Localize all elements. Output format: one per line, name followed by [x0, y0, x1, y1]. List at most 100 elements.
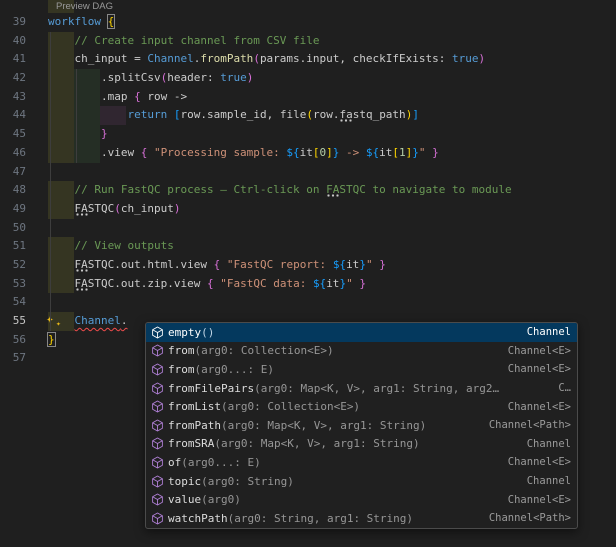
token: to navigate to module [366, 183, 512, 196]
token [147, 146, 154, 159]
token: // Run FastQC process – Ctrl-click on [75, 183, 327, 196]
token: } [359, 258, 366, 271]
suggestion-item-of[interactable]: of(arg0...: E)Channel<E> [146, 453, 577, 472]
line-number[interactable]: 40 [0, 32, 26, 51]
code-line-47[interactable]: 47 [0, 163, 616, 182]
line-number[interactable]: 41 [0, 50, 26, 69]
token: it [346, 258, 359, 271]
line-number[interactable]: 39 [0, 13, 26, 32]
symbol-method-icon [149, 343, 165, 359]
code-line-39[interactable]: 39 workflow { [0, 13, 616, 32]
token: it [326, 277, 339, 290]
code-line-52[interactable]: 52 FASTQC.out.html.view { "FastQC report… [0, 256, 616, 275]
code-line-48[interactable]: 48 // Run FastQC process – Ctrl-click on… [0, 181, 616, 200]
token: "Processing sample: [154, 146, 286, 159]
line-number[interactable]: 47 [0, 163, 26, 182]
codelens-preview-dag[interactable]: Preview DAG [56, 1, 113, 13]
suggestion-label: from [168, 363, 195, 376]
line-number[interactable]: 51 [0, 237, 26, 256]
line-number[interactable]: 42 [0, 69, 26, 88]
token: FASTQC [75, 202, 115, 215]
code-line-51[interactable]: 51 // View outputs [0, 237, 616, 256]
token [48, 183, 75, 196]
code-editor[interactable]: Preview DAG 39 workflow {40 // Create inp… [0, 0, 616, 547]
token [220, 258, 227, 271]
code-line-46[interactable]: 46 .view { "Processing sample: ${it[0]} … [0, 144, 616, 163]
suggestion-detail: C… [550, 382, 571, 394]
line-number[interactable]: 49 [0, 200, 26, 219]
code-text: .map { row -> [48, 88, 187, 107]
suggestion-signature: (arg0: Map<K, V>, arg1: String) [214, 437, 419, 450]
symbol-method-icon [149, 380, 165, 396]
code-line-54[interactable]: 54 [0, 293, 616, 312]
token [167, 108, 174, 121]
suggestion-item-fromPath[interactable]: fromPath(arg0: Map<K, V>, arg1: String)C… [146, 416, 577, 435]
suggestion-signature: (arg0: Collection<E>) [195, 344, 334, 357]
token: fromPath [200, 52, 253, 65]
line-number[interactable]: 46 [0, 144, 26, 163]
symbol-method-icon [149, 361, 165, 377]
token: } [48, 333, 55, 346]
suggestion-detail: Channel<E> [500, 401, 571, 413]
code-text: FASTQC.out.html.view { "FastQC report: $… [48, 256, 386, 275]
line-number[interactable]: 56 [0, 331, 26, 350]
code-line-50[interactable]: 50 [0, 219, 616, 238]
code-line-40[interactable]: 40 // Create input channel from CSV file [0, 32, 616, 51]
token: ) [479, 52, 486, 65]
code-line-44[interactable]: 44 return [row.sample_id, file(row.fastq… [0, 106, 616, 125]
line-number[interactable]: 53 [0, 275, 26, 294]
code-line-49[interactable]: 49 FASTQC(ch_input) [0, 200, 616, 219]
token: ${ [313, 277, 326, 290]
suggestion-item-value[interactable]: value(arg0)Channel<E> [146, 490, 577, 509]
line-number[interactable]: 57 [0, 349, 26, 368]
suggestion-label: value [168, 493, 201, 506]
suggestion-detail: Channel<E> [500, 363, 571, 375]
suggestion-signature: (arg0...: E) [195, 363, 274, 376]
line-number[interactable]: 48 [0, 181, 26, 200]
token: 1 [399, 146, 406, 159]
line-number[interactable]: 52 [0, 256, 26, 275]
suggestion-item-from[interactable]: from(arg0...: E) Channel<E> [146, 360, 577, 379]
token: return [127, 108, 167, 121]
code-line-43[interactable]: 43 .map { row -> [0, 88, 616, 107]
token: { [134, 90, 141, 103]
suggestion-label: watchPath [168, 512, 228, 525]
code-text: } [48, 125, 108, 144]
suggestion-item-watchPath[interactable]: watchPath(arg0: String, arg1: String)Cha… [146, 509, 577, 528]
code-text: .splitCsv(header: true) [48, 69, 253, 88]
code-line-41[interactable]: 41 ch_input = Channel.fromPath(params.in… [0, 50, 616, 69]
code-line-53[interactable]: 53 FASTQC.out.zip.view { "FastQC data: $… [0, 275, 616, 294]
code-text: FASTQC.out.zip.view { "FastQC data: ${it… [48, 275, 366, 294]
suggestion-item-fromList[interactable]: fromList(arg0: Collection<E>)Channel<E> [146, 397, 577, 416]
suggestion-item-fromSRA[interactable]: fromSRA(arg0: Map<K, V>, arg1: String)Ch… [146, 435, 577, 454]
suggestion-label: fromPath [168, 419, 221, 432]
token [48, 239, 75, 252]
line-number[interactable]: 54 [0, 293, 26, 312]
suggestion-item-from[interactable]: from(arg0: Collection<E>)Channel<E> [146, 342, 577, 361]
code-text: Channel. [48, 312, 127, 331]
suggestion-item-empty[interactable]: empty()Channel [146, 323, 577, 342]
token: ${ [333, 258, 346, 271]
token: true [220, 71, 247, 84]
suggestion-label: from [168, 344, 195, 357]
code-lines: 39 workflow {40 // Create input channel f… [0, 13, 616, 368]
suggestion-signature: (arg0: Map<K, V>, arg1: String, arg2… [254, 382, 499, 395]
token: } [412, 146, 419, 159]
code-text: workflow { [48, 13, 114, 32]
code-text: ch_input = Channel.fromPath(params.input… [48, 50, 485, 69]
line-number[interactable]: 50 [0, 219, 26, 238]
line-number[interactable]: 55 [0, 312, 26, 331]
code-text: return [row.sample_id, file(row.fastq_pa… [48, 106, 419, 125]
code-line-45[interactable]: 45 } [0, 125, 616, 144]
suggestion-detail: Channel [519, 438, 571, 450]
line-number[interactable]: 43 [0, 88, 26, 107]
token: params.input, checkIfExists: [260, 52, 452, 65]
suggestion-item-topic[interactable]: topic(arg0: String)Channel [146, 472, 577, 491]
suggestion-item-fromFilePairs[interactable]: fromFilePairs(arg0: Map<K, V>, arg1: Str… [146, 379, 577, 398]
code-line-42[interactable]: 42 .splitCsv(header: true) [0, 69, 616, 88]
line-number[interactable]: 44 [0, 106, 26, 125]
token: "FastQC data: [220, 277, 313, 290]
token: { [207, 277, 214, 290]
suggestion-detail: Channel<E> [500, 456, 571, 468]
line-number[interactable]: 45 [0, 125, 26, 144]
